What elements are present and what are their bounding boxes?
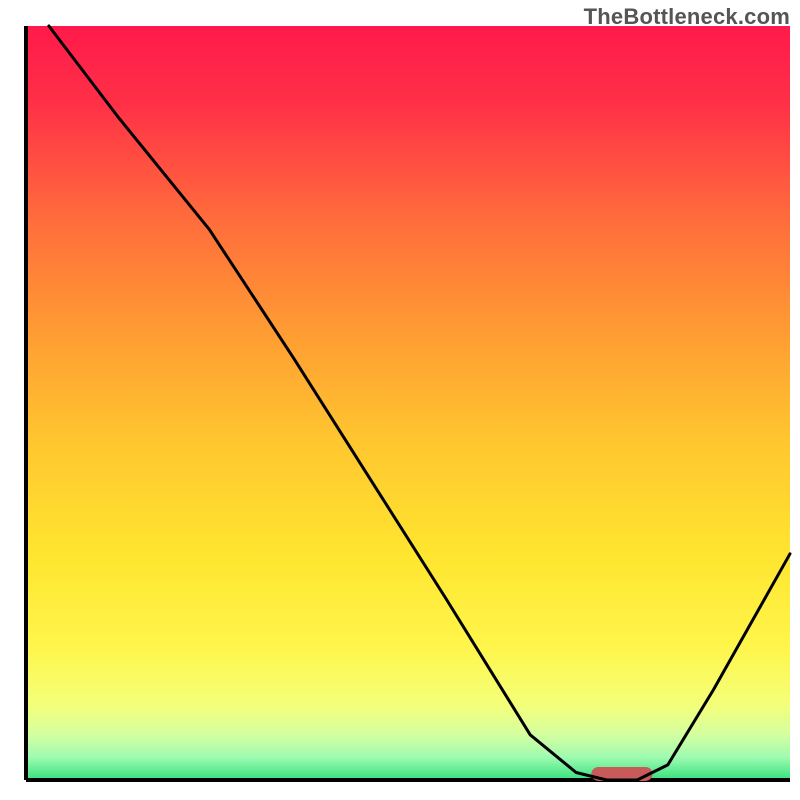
bottleneck-chart <box>0 0 800 800</box>
chart-frame: TheBottleneck.com <box>0 0 800 800</box>
watermark-text: TheBottleneck.com <box>584 4 790 30</box>
heat-background <box>26 26 790 780</box>
